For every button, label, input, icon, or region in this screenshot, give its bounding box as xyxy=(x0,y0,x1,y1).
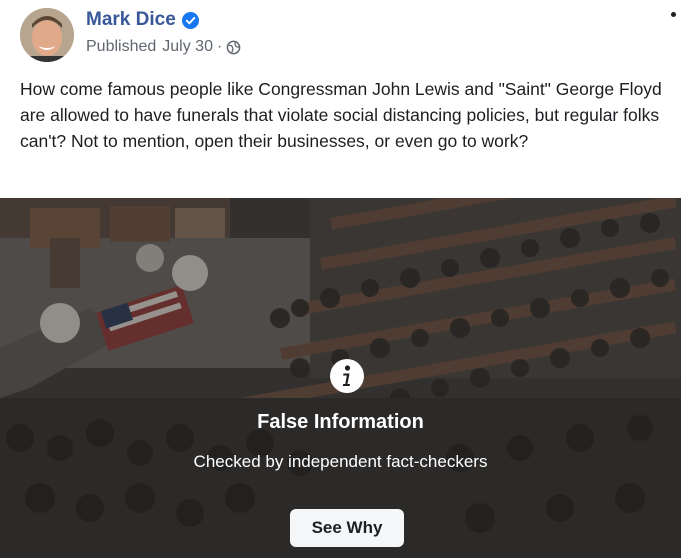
post-header: Mark Dice Published July 30 · How come f… xyxy=(0,0,681,198)
avatar-image xyxy=(20,8,74,62)
globe-icon[interactable] xyxy=(226,40,241,55)
post-meta: Published July 30 · xyxy=(86,38,241,56)
more-options-icon[interactable] xyxy=(671,12,676,17)
post-image[interactable]: False Information Checked by independent… xyxy=(0,198,681,558)
author-row: Mark Dice xyxy=(86,9,199,31)
meta-separator: · xyxy=(216,38,223,55)
fact-check-subtitle: Checked by independent fact-checkers xyxy=(193,452,488,471)
info-icon xyxy=(330,359,364,393)
post-date[interactable]: July 30 xyxy=(162,38,213,56)
post-text: How come famous people like Congressman … xyxy=(20,79,662,151)
verified-badge-icon xyxy=(181,11,199,29)
avatar[interactable] xyxy=(20,8,74,62)
fact-check-title: False Information xyxy=(257,411,424,433)
published-label: Published xyxy=(86,38,157,55)
see-why-button[interactable]: See Why xyxy=(290,509,404,547)
author-name[interactable]: Mark Dice xyxy=(86,9,176,31)
